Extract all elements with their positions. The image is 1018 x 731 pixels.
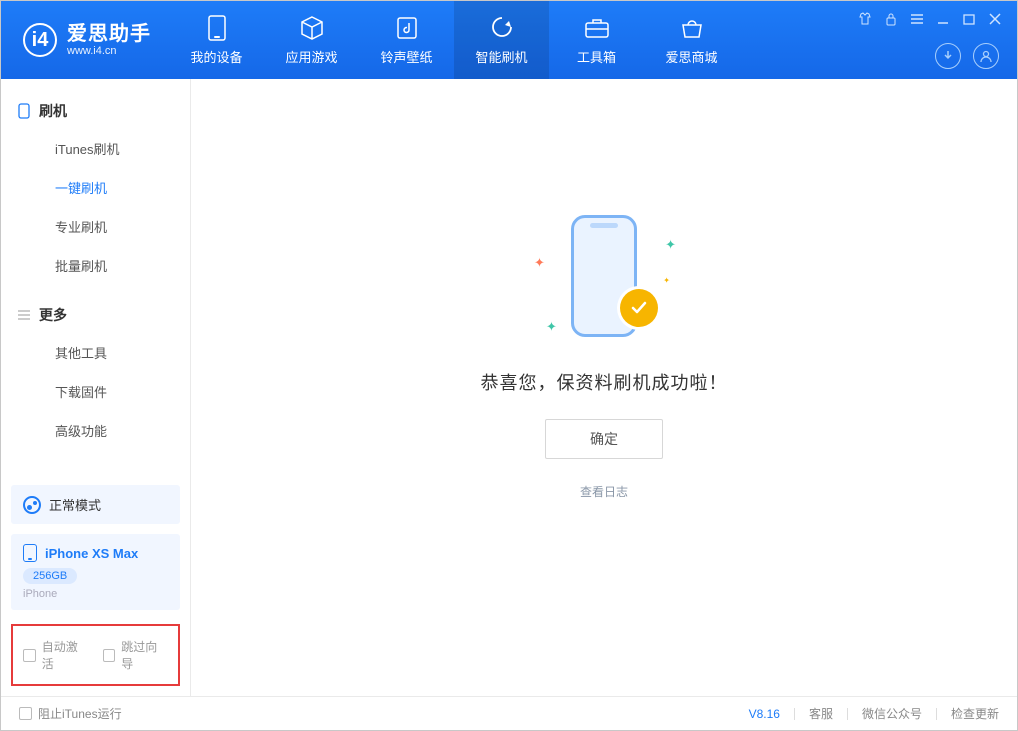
checkbox-auto-activate[interactable]: 自动激活 xyxy=(23,638,89,672)
checkbox-skip-guide[interactable]: 跳过向导 xyxy=(103,638,169,672)
footer-link-support[interactable]: 客服 xyxy=(809,705,833,722)
sidebar: 刷机 iTunes刷机 一键刷机 专业刷机 批量刷机 更多 其他工具 下载固件 … xyxy=(1,79,191,696)
footer-link-update[interactable]: 检查更新 xyxy=(951,705,999,722)
tab-label: 我的设备 xyxy=(190,47,242,66)
sidebar-item-itunes-flash[interactable]: iTunes刷机 xyxy=(1,129,190,168)
checkbox-label: 阻止iTunes运行 xyxy=(38,705,122,722)
toolbox-icon xyxy=(584,15,610,41)
separator xyxy=(794,708,795,720)
logo-icon: i4 xyxy=(23,23,57,57)
checkbox-block-itunes[interactable]: 阻止iTunes运行 xyxy=(19,705,122,722)
device-name-row: iPhone XS Max xyxy=(23,544,168,562)
tab-label: 工具箱 xyxy=(577,47,616,66)
group-title-label: 刷机 xyxy=(39,101,67,121)
tab-store[interactable]: 爱思商城 xyxy=(644,1,739,79)
success-illustration: ✦ ✦ ✦ ✦ xyxy=(544,215,664,345)
group-title-label: 更多 xyxy=(39,305,67,325)
app-header: i4 爱思助手 www.i4.cn 我的设备 应用游戏 铃声壁纸 智能刷机 工具… xyxy=(1,1,1017,79)
view-log-link[interactable]: 查看日志 xyxy=(580,483,628,500)
checkbox-icon xyxy=(23,649,36,662)
success-message: 恭喜您，保资料刷机成功啦！ xyxy=(481,369,728,395)
header-actions xyxy=(935,43,999,69)
sidebar-nav: 刷机 iTunes刷机 一键刷机 专业刷机 批量刷机 更多 其他工具 下载固件 … xyxy=(1,79,190,475)
status-icon xyxy=(23,496,41,514)
device-icon xyxy=(204,15,230,41)
status-label: 正常模式 xyxy=(49,495,101,514)
logo-text: 爱思助手 www.i4.cn xyxy=(67,23,151,57)
device-name: iPhone XS Max xyxy=(45,546,138,561)
download-icon[interactable] xyxy=(935,43,961,69)
sidebar-item-pro-flash[interactable]: 专业刷机 xyxy=(1,207,190,246)
status-bar: 阻止iTunes运行 V8.16 客服 微信公众号 检查更新 xyxy=(1,696,1017,730)
app-url: www.i4.cn xyxy=(67,45,151,57)
menu-icon[interactable] xyxy=(909,11,925,27)
user-icon[interactable] xyxy=(973,43,999,69)
sidebar-item-other-tools[interactable]: 其他工具 xyxy=(1,333,190,372)
flash-options: 自动激活 跳过向导 xyxy=(11,624,180,686)
device-capacity-badge: 256GB xyxy=(23,568,77,584)
music-icon xyxy=(394,15,420,41)
spark-icon: ✦ xyxy=(665,237,676,253)
cube-icon xyxy=(299,15,325,41)
spark-icon: ✦ xyxy=(534,255,545,271)
tab-label: 智能刷机 xyxy=(475,47,527,66)
sidebar-item-batch-flash[interactable]: 批量刷机 xyxy=(1,246,190,285)
window-controls xyxy=(857,11,1003,27)
main-tabs: 我的设备 应用游戏 铃声壁纸 智能刷机 工具箱 爱思商城 xyxy=(169,1,739,79)
list-icon xyxy=(17,308,31,322)
app-body: 刷机 iTunes刷机 一键刷机 专业刷机 批量刷机 更多 其他工具 下载固件 … xyxy=(1,79,1017,696)
separator xyxy=(936,708,937,720)
spark-icon: ✦ xyxy=(663,276,670,285)
device-mode-status[interactable]: 正常模式 xyxy=(11,485,180,524)
tab-label: 应用游戏 xyxy=(285,47,337,66)
checkbox-label: 自动激活 xyxy=(42,638,89,672)
sidebar-group-flash: 刷机 xyxy=(1,93,190,129)
close-icon[interactable] xyxy=(987,11,1003,27)
checkbox-icon xyxy=(103,649,116,662)
logo[interactable]: i4 爱思助手 www.i4.cn xyxy=(1,23,169,57)
checkbox-label: 跳过向导 xyxy=(121,638,168,672)
minimize-icon[interactable] xyxy=(935,11,951,27)
checkbox-icon xyxy=(19,707,32,720)
footer-right: V8.16 客服 微信公众号 检查更新 xyxy=(749,705,999,722)
lock-icon[interactable] xyxy=(883,11,899,27)
tab-flash[interactable]: 智能刷机 xyxy=(454,1,549,79)
app-title: 爱思助手 xyxy=(67,23,151,45)
tab-devices[interactable]: 我的设备 xyxy=(169,1,264,79)
tab-label: 爱思商城 xyxy=(665,47,717,66)
tab-toolbox[interactable]: 工具箱 xyxy=(549,1,644,79)
tshirt-icon[interactable] xyxy=(857,11,873,27)
tab-apps[interactable]: 应用游戏 xyxy=(264,1,359,79)
sidebar-item-advanced[interactable]: 高级功能 xyxy=(1,411,190,450)
refresh-shield-icon xyxy=(489,15,515,41)
sidebar-group-more: 更多 xyxy=(1,297,190,333)
device-icon xyxy=(23,544,37,562)
footer-link-wechat[interactable]: 微信公众号 xyxy=(862,705,922,722)
ok-button[interactable]: 确定 xyxy=(545,419,663,459)
checkmark-badge-icon xyxy=(620,289,658,327)
sidebar-item-download-firmware[interactable]: 下载固件 xyxy=(1,372,190,411)
separator xyxy=(847,708,848,720)
store-icon xyxy=(679,15,705,41)
tab-label: 铃声壁纸 xyxy=(380,47,432,66)
device-type: iPhone xyxy=(23,588,168,600)
maximize-icon[interactable] xyxy=(961,11,977,27)
device-card[interactable]: iPhone XS Max 256GB iPhone xyxy=(11,534,180,610)
spark-icon: ✦ xyxy=(546,319,557,335)
sidebar-item-oneclick-flash[interactable]: 一键刷机 xyxy=(1,168,190,207)
phone-outline-icon xyxy=(17,104,31,118)
main-content: ✦ ✦ ✦ ✦ 恭喜您，保资料刷机成功啦！ 确定 查看日志 xyxy=(191,79,1017,696)
version-label: V8.16 xyxy=(749,707,780,721)
tab-media[interactable]: 铃声壁纸 xyxy=(359,1,454,79)
